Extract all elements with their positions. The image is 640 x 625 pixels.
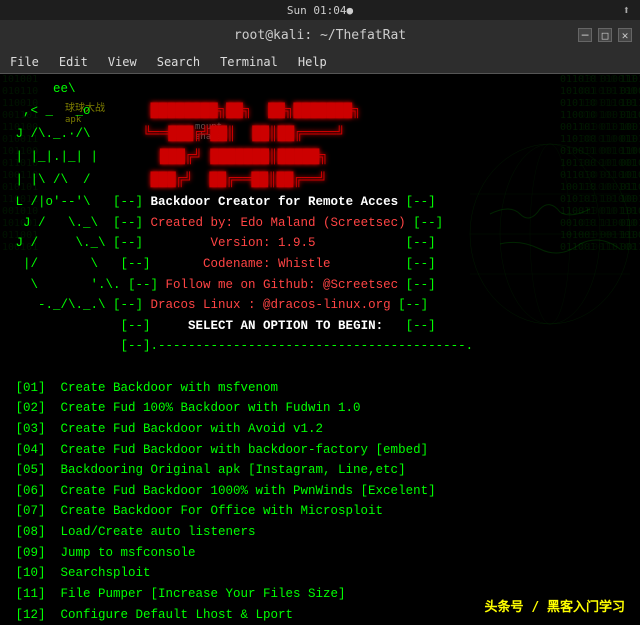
terminal-output: ee\ ,< _ _o ████████╗██╗ ██╗███████╗ J /…	[0, 74, 640, 625]
upload-icon: ⬆	[623, 3, 630, 17]
menu-edit[interactable]: Edit	[54, 53, 93, 71]
title-bar: root@kali: ~/ThefatRat ─ □ ✕	[0, 20, 640, 50]
window-wrapper: Sun 01:04● ⬆ root@kali: ~/ThefatRat ─ □ …	[0, 0, 640, 625]
menu-bar: File Edit View Search Terminal Help	[0, 50, 640, 74]
terminal[interactable]: 1010010101101100100011011101000100111011…	[0, 74, 640, 625]
menu-search[interactable]: Search	[152, 53, 205, 71]
maximize-button[interactable]: □	[598, 28, 612, 42]
window-title: root@kali: ~/ThefatRat	[234, 28, 406, 43]
watermark: 头条号 / 黑客入门学习	[480, 594, 630, 617]
menu-view[interactable]: View	[103, 53, 142, 71]
menu-help[interactable]: Help	[293, 53, 332, 71]
close-button[interactable]: ✕	[618, 28, 632, 42]
window-controls: ─ □ ✕	[578, 28, 632, 42]
system-time: Sun 01:04●	[287, 4, 353, 17]
menu-file[interactable]: File	[5, 53, 44, 71]
system-bar: Sun 01:04● ⬆	[0, 0, 640, 20]
minimize-button[interactable]: ─	[578, 28, 592, 42]
menu-terminal[interactable]: Terminal	[215, 53, 283, 71]
